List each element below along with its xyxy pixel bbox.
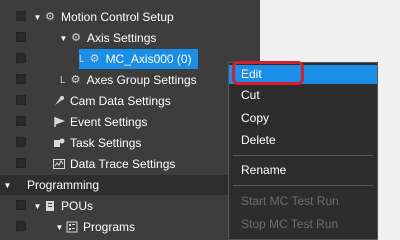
selection-highlight: L ⚙ MC_Axis000 (0) [79, 49, 198, 69]
gear-icon: ⚙ [45, 11, 55, 23]
gear-icon: ⚙ [70, 74, 81, 86]
task-icon [52, 136, 66, 150]
tree-item-programs[interactable]: ▼ Programs [0, 217, 260, 237]
expand-arrow-icon[interactable]: ▼ [32, 13, 43, 22]
tree-checkbox[interactable] [16, 137, 26, 147]
tree-item-label: Cam Data Settings [70, 94, 171, 108]
tree-item-label: Programming [27, 178, 100, 192]
tree-item-label: MC_Axis000 (0) [105, 52, 192, 66]
tree-item-label: Task Settings [70, 136, 142, 150]
tree-item-label: Motion Control Setup [61, 10, 174, 24]
project-tree: ▼ ⚙ Motion Control Setup ▼ ⚙ Axis Settin… [0, 0, 260, 240]
tree-item-label: Axis Settings [87, 31, 157, 45]
tree-section-programming[interactable]: ▼ Programming [0, 175, 260, 195]
tree-checkbox[interactable] [16, 32, 26, 42]
expand-arrow-icon[interactable]: ▼ [32, 202, 43, 211]
tree-checkbox[interactable] [16, 158, 26, 168]
tree-item-event-settings[interactable]: Event Settings [0, 112, 260, 132]
tree-branch-icon: L [79, 53, 85, 65]
tree-item-label: Event Settings [70, 115, 148, 129]
tree-checkbox[interactable] [16, 95, 26, 105]
axis-gear-icon: ⚙ [89, 53, 100, 65]
trace-icon [52, 157, 66, 171]
tree-item-cam-data-settings[interactable]: Cam Data Settings [0, 91, 260, 111]
tree-item-label: Data Trace Settings [70, 157, 176, 171]
tree-checkbox[interactable] [16, 116, 26, 126]
gear-icon: ⚙ [71, 32, 81, 44]
menu-item-rename[interactable]: Rename [241, 163, 286, 177]
programs-icon [65, 220, 79, 234]
context-menu: Edit Cut Copy Delete Rename Start MC Tes… [228, 62, 378, 240]
tree-checkbox[interactable] [16, 200, 26, 210]
tree-checkbox[interactable] [16, 11, 26, 21]
tree-item-label: Axes Group Settings [86, 73, 197, 87]
tree-item-motion-control-setup[interactable]: ▼ ⚙ Motion Control Setup [0, 7, 260, 27]
tree-branch-icon: L [60, 74, 66, 86]
menu-separator [233, 185, 373, 186]
cam-icon [52, 94, 66, 108]
menu-item-stop-mc-test-run: Stop MC Test Run [241, 217, 339, 231]
menu-item-cut[interactable]: Cut [241, 88, 260, 102]
menu-item-start-mc-test-run: Start MC Test Run [241, 194, 339, 208]
tree-item-data-trace-settings[interactable]: Data Trace Settings [0, 154, 260, 174]
tree-checkbox[interactable] [16, 221, 26, 231]
flag-icon [52, 115, 66, 129]
tree-item-axes-group-settings[interactable]: L ⚙ Axes Group Settings [0, 70, 260, 90]
tree-item-label: Programs [83, 220, 136, 234]
expand-arrow-icon[interactable]: ▼ [2, 181, 13, 190]
tree-item-label: POUs [61, 199, 94, 213]
menu-item-delete[interactable]: Delete [241, 133, 276, 147]
menu-item-copy[interactable]: Copy [241, 111, 269, 125]
tree-checkbox[interactable] [16, 74, 26, 84]
tree-checkbox[interactable] [16, 53, 26, 63]
tree-item-mc-axis000[interactable]: L ⚙ MC_Axis000 (0) [0, 49, 260, 69]
tree-item-task-settings[interactable]: Task Settings [0, 133, 260, 153]
menu-separator [233, 155, 373, 156]
tree-item-axis-settings[interactable]: ▼ ⚙ Axis Settings [0, 28, 260, 48]
pou-icon [43, 199, 57, 213]
edit-focus-ring [232, 61, 304, 85]
expand-arrow-icon[interactable]: ▼ [58, 34, 69, 43]
expand-arrow-icon[interactable]: ▼ [54, 223, 65, 232]
tree-item-pous[interactable]: ▼ POUs [0, 196, 260, 216]
